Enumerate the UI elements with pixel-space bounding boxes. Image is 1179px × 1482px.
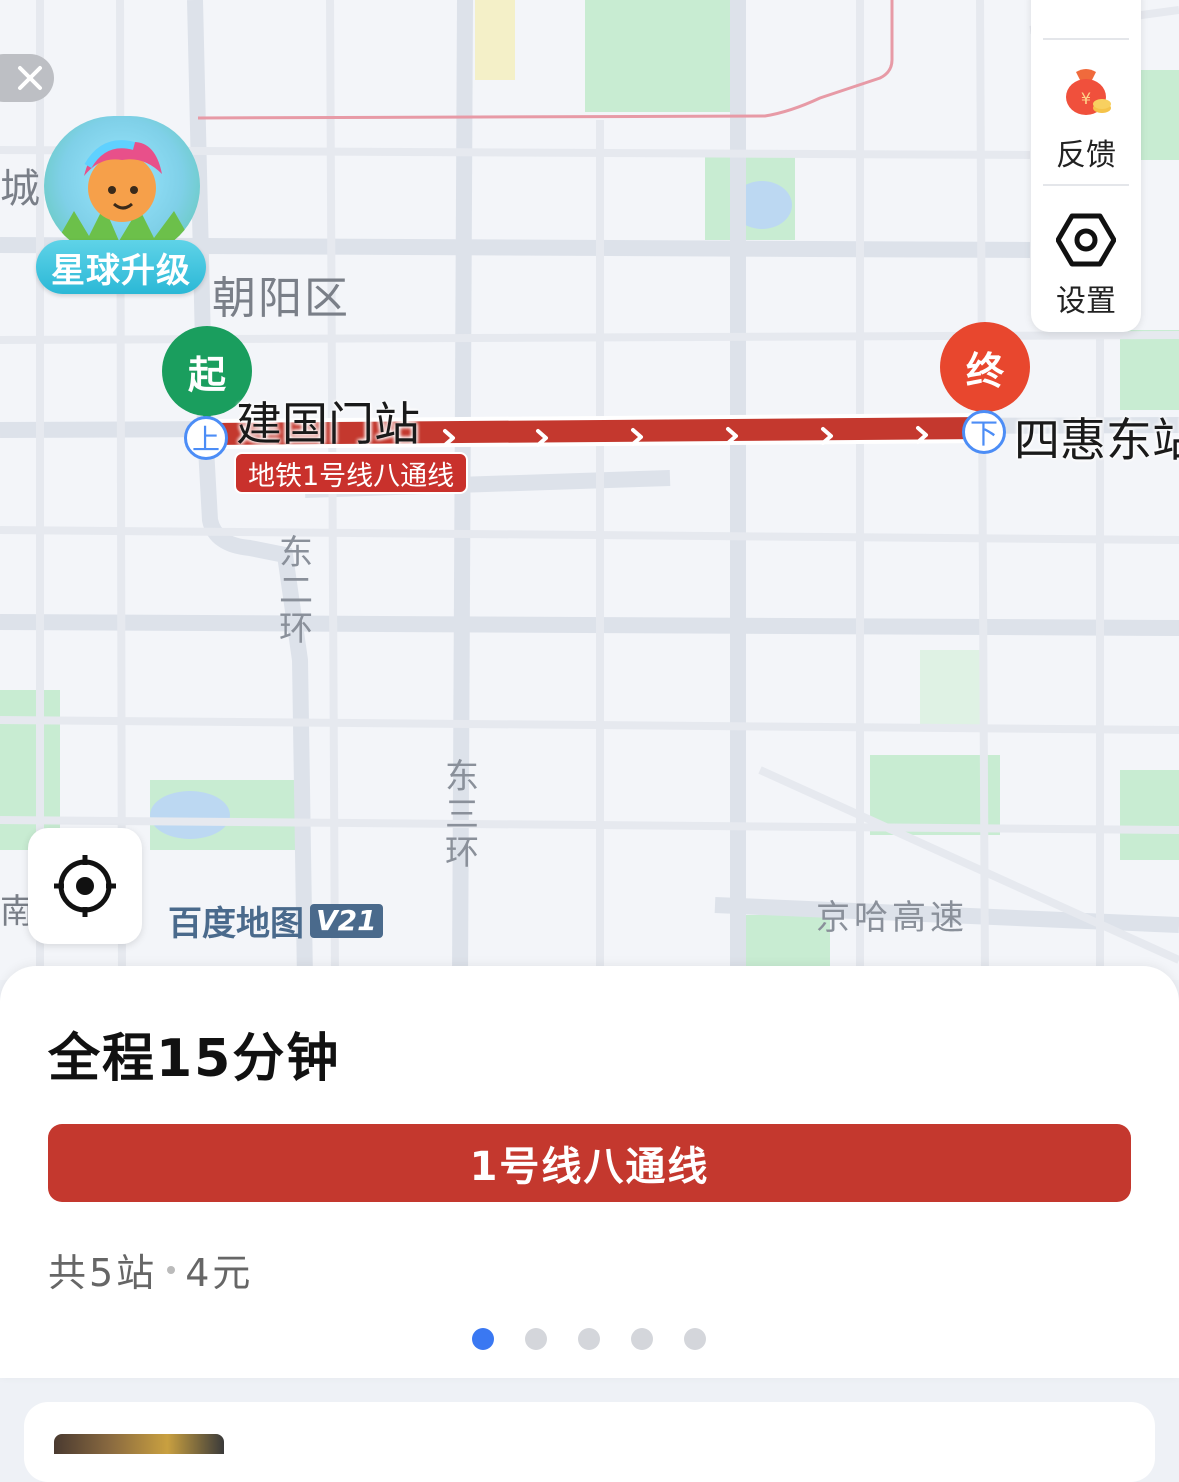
start-station-name[interactable]: 建国门站 <box>236 388 420 454</box>
traffic-label[interactable]: 路况 <box>1031 0 1141 12</box>
settings-button[interactable]: 设置 <box>1031 212 1141 320</box>
mascot-image <box>44 116 200 256</box>
alight-station-icon: 下 <box>962 410 1006 454</box>
page-dot[interactable] <box>684 1328 706 1350</box>
panel-divider <box>1043 38 1129 40</box>
map-edge-label-left: 城 <box>0 166 40 212</box>
page-dot[interactable] <box>525 1328 547 1350</box>
fare: 4元 <box>185 1251 254 1295</box>
settings-label: 设置 <box>1056 284 1116 319</box>
page-dot[interactable] <box>631 1328 653 1350</box>
stop-count: 共5站 <box>48 1251 158 1295</box>
district-label: 朝阳区 <box>212 273 350 324</box>
settings-hexagon-icon <box>1055 213 1117 267</box>
panel-divider <box>1043 184 1129 186</box>
close-icon <box>18 66 42 90</box>
planet-upgrade-avatar[interactable]: 星球升级 <box>36 116 206 294</box>
map-view[interactable]: 城 南 朝阳区 东二环 东三环 京哈高速 星球升级 路况 <box>0 0 1179 980</box>
road-label-east-3rd-ring: 东三环 <box>445 757 479 873</box>
road-label-east-2nd-ring: 东二环 <box>279 533 313 649</box>
next-card[interactable] <box>24 1402 1155 1482</box>
route-line-tag[interactable]: 地铁1号线八通线 <box>234 452 469 494</box>
page-indicator[interactable] <box>472 1328 737 1350</box>
page-dot[interactable] <box>578 1328 600 1350</box>
feedback-label: 反馈 <box>1056 138 1116 173</box>
svg-text:¥: ¥ <box>1081 89 1091 108</box>
logo-text: 百度地图 <box>168 904 304 944</box>
trip-duration: 全程15分钟 <box>48 1029 341 1089</box>
logo-version: V21 <box>310 903 383 938</box>
trip-summary: 共5站 4元 <box>48 1242 253 1297</box>
feedback-button[interactable]: ¥ 反馈 <box>1031 62 1141 174</box>
map-tools-panel: 路况 ¥ 反馈 设置 <box>1031 0 1141 332</box>
card-thumbnail <box>54 1434 224 1454</box>
close-button[interactable] <box>0 54 54 102</box>
locate-button[interactable] <box>28 828 142 944</box>
road-label-jingha-expressway: 京哈高速 <box>816 898 968 938</box>
baidu-map-logo: 百度地图 V21 <box>168 896 383 945</box>
money-bag-icon: ¥ <box>1066 69 1111 115</box>
board-station-icon: 上 <box>184 416 228 460</box>
metro-line-button[interactable]: 1号线八通线 <box>48 1124 1131 1202</box>
planet-upgrade-badge: 星球升级 <box>36 240 206 294</box>
separator-dot <box>167 1265 176 1274</box>
page-dot[interactable] <box>472 1328 494 1350</box>
route-summary-sheet[interactable]: 全程15分钟 1号线八通线 共5站 4元 <box>0 966 1179 1378</box>
crosshair-icon <box>54 855 116 917</box>
end-pin-label: 终 <box>940 322 1030 412</box>
end-station-name[interactable]: 四惠东站 <box>1014 404 1179 470</box>
